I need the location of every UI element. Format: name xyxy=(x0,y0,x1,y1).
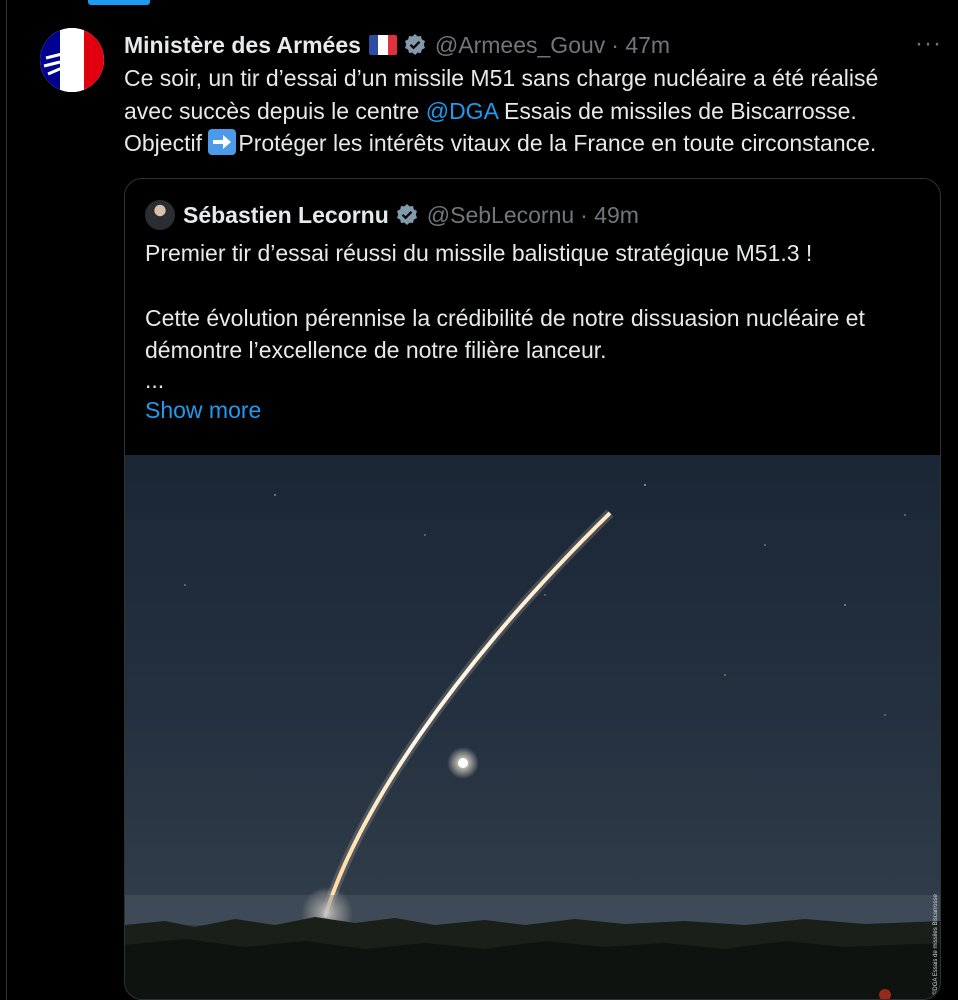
tweet-text-segment: Objectif xyxy=(124,130,209,156)
tweet-header: Ministère des Armées @Armees_Gouv · 47m xyxy=(124,30,938,60)
quoted-tweet[interactable]: Sébastien Lecornu @SebLecornu · 49m Prem… xyxy=(124,178,941,1000)
tweet-time[interactable]: · 47m xyxy=(611,32,670,59)
quoted-tweet-header: Sébastien Lecornu @SebLecornu · 49m xyxy=(145,199,639,231)
marianne-logo-icon xyxy=(40,28,104,92)
more-options-icon[interactable]: ··· xyxy=(915,30,942,58)
tweet-text-segment: Protéger les intérêts vitaux de la Franc… xyxy=(238,130,877,156)
quoted-text-line: démontre l’excellence de notre filière l… xyxy=(145,337,607,363)
active-tab-indicator xyxy=(88,0,150,5)
tweet-text-line: Objectif Protéger les intérêts vitaux de… xyxy=(124,127,944,160)
quoted-tweet-time[interactable]: · 49m xyxy=(580,202,639,229)
verified-badge-icon xyxy=(404,34,425,55)
author-name[interactable]: Ministère des Armées xyxy=(124,32,361,59)
quoted-author-handle[interactable]: @SebLecornu xyxy=(427,202,574,229)
tweet-text: Ce soir, un tir d’essai d’un missile M51… xyxy=(124,62,944,160)
mention-link[interactable]: @DGA xyxy=(426,98,498,124)
tweet-text-line: Ce soir, un tir d’essai d’un missile M51… xyxy=(124,65,879,91)
quoted-text-line: Cette évolution pérennise la crédibilité… xyxy=(145,304,865,331)
show-more-link[interactable]: Show more xyxy=(145,397,261,424)
verified-badge-icon xyxy=(396,204,417,225)
missile-launch-photo[interactable]: ©DGA Essais de missiles Biscarrosse xyxy=(125,455,940,999)
quoted-tweet-text: Premier tir d’essai réussi du missile ba… xyxy=(145,237,925,393)
author-handle[interactable]: @Armees_Gouv xyxy=(435,32,605,59)
photo-credit: ©DGA Essais de missiles Biscarrosse xyxy=(932,894,939,995)
right-arrow-emoji-icon xyxy=(208,129,237,155)
quoted-text-line: Premier tir d’essai réussi du missile ba… xyxy=(145,240,813,266)
quoted-author-name[interactable]: Sébastien Lecornu xyxy=(183,202,389,229)
tweet-text-segment: avec succès depuis le centre xyxy=(124,97,426,124)
tweet-text-line: avec succès depuis le centre @DGA Essais… xyxy=(124,95,944,128)
tweet-text-segment: Essais de missiles de Biscarrosse. xyxy=(497,97,857,124)
flag-france-icon xyxy=(368,35,397,55)
quoted-text-ellipsis: ... xyxy=(145,366,165,393)
timeline-divider xyxy=(6,0,7,1000)
lecornu-avatar[interactable] xyxy=(145,200,175,230)
ministere-avatar[interactable] xyxy=(40,28,104,92)
